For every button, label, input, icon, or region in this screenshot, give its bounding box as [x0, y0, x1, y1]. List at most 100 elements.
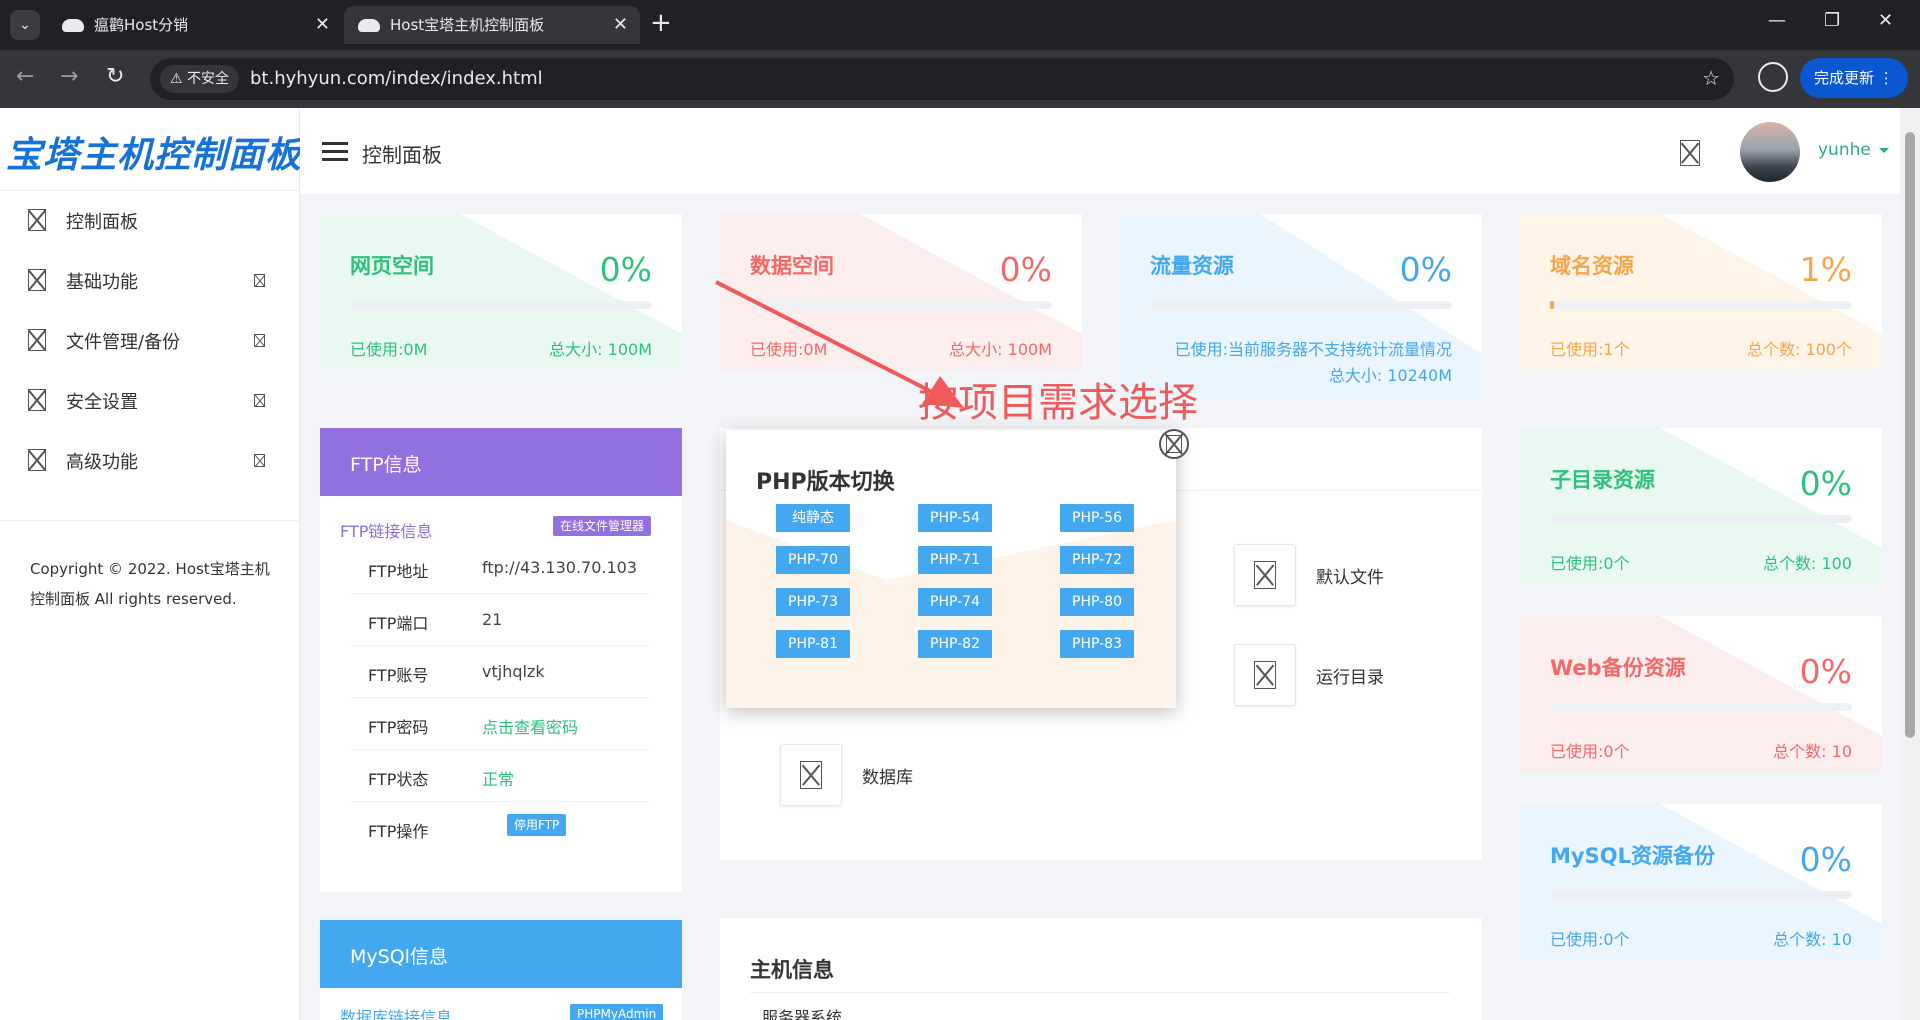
stop-ftp-button[interactable]: 停用FTP — [507, 814, 567, 836]
tile-label[interactable]: 数据库 — [862, 763, 913, 788]
mysql-panel-title: MySQl信息 — [320, 920, 682, 988]
stat-used: 已使用:0个 — [1550, 742, 1630, 761]
sidebar-item-label: 安全设置 — [66, 392, 138, 413]
modal-close-button[interactable] — [1159, 429, 1189, 459]
ftp-row-value: 21 — [482, 610, 503, 629]
user-menu[interactable]: yunhe — [1818, 140, 1889, 160]
stat-progress — [1550, 515, 1852, 523]
stat-used: 已使用:0M — [350, 340, 428, 359]
php-version-option[interactable]: 纯静态 — [776, 504, 850, 532]
tile-label[interactable]: 运行目录 — [1316, 663, 1384, 688]
sidebar-item-basic[interactable]: 基础功能 — [28, 260, 278, 300]
stat-title: 域名资源 — [1550, 254, 1634, 278]
stat-progress-fill — [1550, 301, 1554, 309]
fullscreen-icon[interactable] — [1680, 140, 1700, 166]
sidebar-item-label: 高级功能 — [66, 452, 138, 473]
run-dir-icon — [1254, 661, 1276, 689]
sidebar-item-files[interactable]: 文件管理/备份 — [28, 320, 278, 360]
php-version-option[interactable]: PHP-71 — [918, 546, 992, 574]
php-version-option[interactable]: PHP-73 — [776, 588, 850, 616]
profile-icon[interactable] — [1758, 62, 1788, 92]
php-version-option[interactable]: PHP-80 — [1060, 588, 1134, 616]
sidebar-item-security[interactable]: 安全设置 — [28, 380, 278, 420]
update-button[interactable]: 完成更新 ⋮ — [1800, 58, 1908, 98]
page-scrollbar[interactable] — [1900, 108, 1920, 1020]
run-dir-tile[interactable] — [1234, 644, 1296, 706]
tab-search-button[interactable]: ⌄ — [10, 10, 40, 40]
security-label: 不安全 — [187, 71, 230, 87]
close-icon — [1166, 435, 1182, 453]
tab-distribution[interactable]: 瘟鹳Host分销 ✕ — [48, 6, 342, 44]
view-password-link[interactable]: 点击查看密码 — [482, 714, 578, 738]
stat-title: Web备份资源 — [1550, 656, 1686, 680]
expand-icon — [254, 454, 265, 467]
stat-percent: 1% — [1799, 250, 1852, 289]
close-tab-icon[interactable]: ✕ — [315, 6, 330, 44]
stat-total: 总个数: 10 — [1773, 930, 1852, 949]
stat-total: 总大小: 10240M — [1328, 366, 1452, 385]
avatar[interactable] — [1740, 122, 1800, 182]
sidebar-item-dashboard[interactable]: 控制面板 — [28, 200, 278, 240]
security-chip[interactable]: ⚠ 不安全 — [160, 65, 240, 93]
tab-label: Host宝塔主机控制面板 — [390, 16, 545, 34]
tab-control-panel[interactable]: Host宝塔主机控制面板 ✕ — [344, 6, 640, 44]
page-content: 宝塔主机控制面板 控制面板 基础功能 文件管理/备份 安全设置 高级功能 Cop… — [0, 108, 1900, 1020]
php-version-option[interactable]: PHP-83 — [1060, 630, 1134, 658]
ftp-row-key: FTP状态 — [368, 770, 429, 789]
stat-progress — [1550, 301, 1852, 309]
bookmark-star-icon[interactable]: ☆ — [1702, 66, 1720, 90]
php-version-option[interactable]: PHP-54 — [918, 504, 992, 532]
php-version-option[interactable]: PHP-70 — [776, 546, 850, 574]
divider — [750, 992, 1450, 993]
stat-total: 总个数: 10 — [1773, 742, 1852, 761]
tile-label[interactable]: 默认文件 — [1316, 563, 1384, 588]
default-file-tile[interactable] — [1234, 544, 1296, 606]
ftp-row-value: ftp://43.130.70.103 — [482, 558, 638, 577]
php-version-option[interactable]: PHP-56 — [1060, 504, 1134, 532]
url-text[interactable]: bt.hyhyun.com/index/index.html — [250, 68, 543, 89]
php-version-option[interactable]: PHP-72 — [1060, 546, 1134, 574]
sidebar-item-label: 基础功能 — [66, 272, 138, 293]
stat-used: 已使用:0个 — [1550, 930, 1630, 949]
stat-progress — [350, 301, 652, 309]
stat-card-web-backup: Web备份资源 0% 已使用:0个 总个数: 10 — [1520, 616, 1882, 772]
file-manager-button[interactable]: 在线文件管理器 — [553, 516, 652, 536]
address-bar[interactable]: ⚠ 不安全 bt.hyhyun.com/index/index.html ☆ — [150, 58, 1734, 100]
stat-title: MySQL资源备份 — [1550, 844, 1715, 868]
site-logo[interactable]: 宝塔主机控制面板 — [6, 126, 302, 178]
default-file-icon — [1254, 561, 1276, 589]
menu-toggle-icon[interactable] — [322, 142, 348, 145]
security-icon — [28, 389, 46, 411]
stat-used: 已使用:当前服务器不支持统计流量情况 — [1174, 340, 1452, 359]
ftp-row-value: vtjhqlzk — [482, 662, 545, 681]
sidebar-item-label: 文件管理/备份 — [66, 332, 181, 353]
expand-icon — [254, 394, 265, 407]
files-icon — [28, 329, 46, 351]
stat-total: 总个数: 100 — [1762, 554, 1852, 573]
reload-icon[interactable]: ↻ — [106, 64, 124, 89]
php-version-option[interactable]: PHP-82 — [918, 630, 992, 658]
close-window-icon[interactable]: ✕ — [1878, 10, 1893, 31]
expand-icon — [254, 334, 265, 347]
php-version-option[interactable]: PHP-74 — [918, 588, 992, 616]
database-tile[interactable] — [780, 744, 842, 806]
stat-progress — [1150, 301, 1452, 309]
sidebar-item-label: 控制面板 — [66, 212, 138, 233]
db-link-info: 数据库链接信息 — [340, 1008, 453, 1020]
phpmyadmin-button[interactable]: PHPMyAdmin — [570, 1004, 664, 1020]
new-tab-button[interactable]: + — [650, 8, 672, 38]
scrollbar-thumb[interactable] — [1905, 132, 1915, 738]
sidebar-item-advanced[interactable]: 高级功能 — [28, 440, 278, 480]
back-icon[interactable]: ← — [16, 64, 34, 89]
close-tab-icon[interactable]: ✕ — [613, 6, 628, 44]
restore-icon[interactable]: ❐ — [1824, 10, 1840, 31]
ftp-status-value: 正常 — [482, 770, 515, 789]
ftp-row-key: FTP密码 — [368, 718, 429, 737]
ftp-row-key: FTP地址 — [368, 562, 429, 581]
php-version-option[interactable]: PHP-81 — [776, 630, 850, 658]
annotation-text: 按项目需求选择 — [918, 380, 1198, 426]
forward-icon[interactable]: → — [60, 64, 78, 89]
minimize-icon[interactable]: — — [1768, 10, 1786, 31]
stat-title: 网页空间 — [350, 254, 434, 278]
ftp-link-info: FTP链接信息 — [340, 522, 433, 541]
